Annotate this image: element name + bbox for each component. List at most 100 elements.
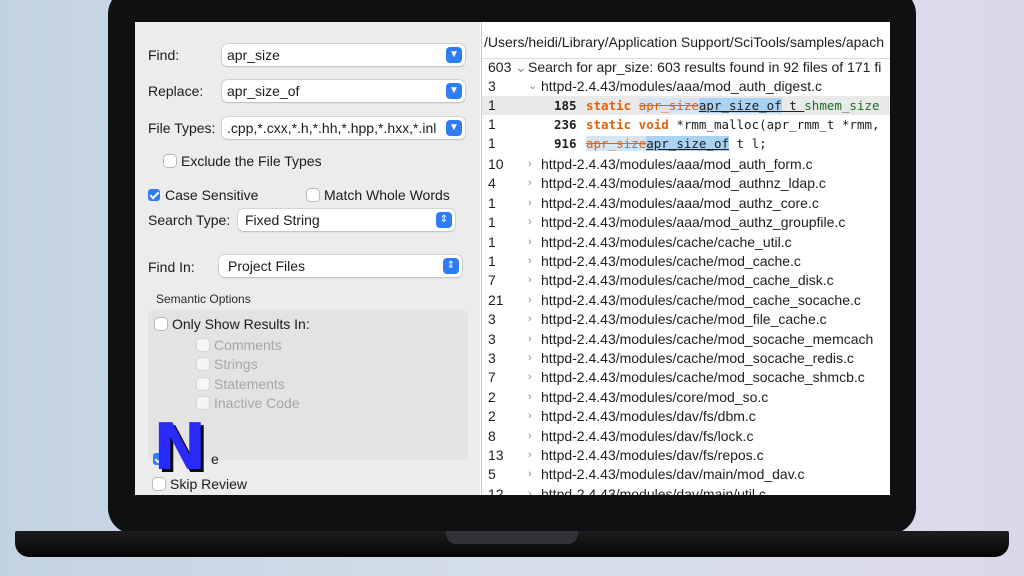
- search-type-select[interactable]: Fixed String ⇕: [238, 209, 455, 231]
- case-sensitive-label: Case Sensitive: [165, 187, 259, 203]
- match-count: 1: [488, 135, 496, 151]
- file-name: httpd-2.4.43/modules/cache/cache_util.c: [541, 233, 792, 250]
- exclude-file-types-checkbox[interactable]: [164, 155, 176, 167]
- chevron-right-icon[interactable]: ›: [528, 194, 532, 213]
- inactive-code-checkbox[interactable]: [197, 397, 209, 409]
- chevron-right-icon[interactable]: ›: [528, 213, 532, 232]
- chevron-right-icon[interactable]: ›: [528, 330, 532, 349]
- match-count: 1: [488, 233, 496, 250]
- summary-count: 603: [488, 59, 512, 75]
- inactive-code-label: Inactive Code: [214, 395, 300, 411]
- results-summary-row[interactable]: 603 ⌄ Search for apr_size: 603 results f…: [482, 58, 890, 77]
- file-name: httpd-2.4.43/modules/cache/mod_file_cach…: [541, 311, 827, 328]
- file-name: httpd-2.4.43/modules/cache/mod_cache_dis…: [541, 272, 834, 289]
- code-line-row[interactable]: 1 185 static apr_sizeapr_size_of t shmem…: [482, 96, 890, 115]
- file-row[interactable]: 5 › httpd-2.4.43/modules/dav/main/mod_dav.…: [482, 465, 890, 484]
- match-whole-words-checkbox[interactable]: [307, 189, 319, 201]
- replace-combo[interactable]: apr_size_of ▼: [222, 80, 465, 102]
- chevron-right-icon[interactable]: ›: [528, 349, 532, 368]
- match-whole-words-label: Match Whole Words: [324, 187, 450, 203]
- match-count: 1: [488, 253, 496, 269]
- results-pane: /Users/heidi/Library/Application Support…: [481, 22, 890, 495]
- file-row[interactable]: 10 › httpd-2.4.43/modules/aaa/mod_auth_for…: [482, 155, 890, 174]
- chevron-right-icon[interactable]: ›: [528, 407, 532, 426]
- match-count: 3: [488, 78, 496, 94]
- line-number: 185: [554, 98, 577, 113]
- file-name: httpd-2.4.43/modules/cache/mod_cache_soc…: [541, 291, 861, 308]
- updown-chevron-icon[interactable]: ⇕: [443, 258, 459, 274]
- file-row[interactable]: 7 › httpd-2.4.43/modules/cache/mod_cache_d…: [482, 271, 890, 290]
- only-show-results-label: Only Show Results In:: [172, 316, 310, 332]
- only-show-results-checkbox[interactable]: [155, 318, 167, 330]
- expanded-arrow-icon[interactable]: ⌄: [528, 77, 537, 96]
- chevron-right-icon[interactable]: ›: [528, 368, 532, 387]
- collapse-arrow-icon[interactable]: ⌄: [515, 58, 527, 77]
- chevron-right-icon[interactable]: ›: [528, 388, 532, 407]
- code-snippet: static void *rmm_malloc(apr_rmm_t *rmm,: [586, 117, 880, 132]
- find-in-value[interactable]: Project Files: [228, 255, 462, 277]
- chevron-right-icon[interactable]: ›: [528, 310, 532, 329]
- chevron-right-icon[interactable]: ›: [528, 485, 532, 495]
- file-types-combo[interactable]: .cpp,*.cxx,*.h,*.hh,*.hpp,*.hxx,*.inl ▼: [222, 117, 465, 139]
- chevron-right-icon[interactable]: ›: [528, 155, 532, 174]
- replace-input[interactable]: apr_size_of: [227, 80, 465, 102]
- file-row[interactable]: 2 › httpd-2.4.43/modules/dav/fs/dbm.c: [482, 407, 890, 426]
- file-name: httpd-2.4.43/modules/dav/main/util.c: [541, 485, 766, 495]
- updown-chevron-icon[interactable]: ⇕: [436, 212, 452, 228]
- chevron-right-icon[interactable]: ›: [528, 465, 532, 484]
- case-sensitive-checkbox[interactable]: [148, 189, 160, 201]
- file-row[interactable]: 7 › httpd-2.4.43/modules/cache/mod_socache…: [482, 368, 890, 387]
- match-count: 8: [488, 427, 496, 444]
- file-row-expanded[interactable]: 3 ⌄ httpd-2.4.43/modules/aaa/mod_auth_di…: [482, 77, 890, 96]
- chevron-right-icon[interactable]: ›: [528, 252, 532, 271]
- chevron-down-icon[interactable]: ▼: [446, 47, 462, 63]
- search-type-value[interactable]: Fixed String: [245, 209, 455, 231]
- chevron-right-icon[interactable]: ›: [528, 446, 532, 465]
- file-row[interactable]: 3 › httpd-2.4.43/modules/cache/mod_socache…: [482, 330, 890, 349]
- comments-checkbox[interactable]: [197, 339, 209, 351]
- file-name: httpd-2.4.43/modules/cache/mod_socache_s…: [541, 369, 865, 386]
- match-count: 3: [488, 311, 496, 328]
- chevron-right-icon[interactable]: ›: [528, 174, 532, 193]
- find-combo[interactable]: apr_size ▼: [222, 44, 465, 66]
- chevron-down-icon[interactable]: ▼: [446, 120, 462, 136]
- file-row[interactable]: 1 › httpd-2.4.43/modules/aaa/mod_authz_cor…: [482, 194, 890, 213]
- file-row[interactable]: 8 › httpd-2.4.43/modules/dav/fs/lock.c: [482, 427, 890, 446]
- find-in-select[interactable]: Project Files ⇕: [219, 255, 462, 277]
- chevron-right-icon[interactable]: ›: [528, 233, 532, 252]
- find-input[interactable]: apr_size: [227, 44, 465, 66]
- code-line-row[interactable]: 1 236 static void *rmm_malloc(apr_rmm_t …: [482, 115, 890, 134]
- code-line-row[interactable]: 1 916 apr_sizeapr_size_of t l;: [482, 134, 890, 153]
- file-name: httpd-2.4.43/modules/dav/fs/lock.c: [541, 427, 754, 444]
- options-pane: Find: apr_size ▼ Replace: apr_size_of ▼ …: [135, 22, 480, 495]
- match-count: 3: [488, 330, 496, 347]
- file-row[interactable]: 3 › httpd-2.4.43/modules/cache/mod_file_ca…: [482, 310, 890, 329]
- statements-checkbox[interactable]: [197, 378, 209, 390]
- match-count: 13: [488, 447, 504, 463]
- match-count: 1: [488, 97, 496, 113]
- chevron-right-icon[interactable]: ›: [528, 271, 532, 290]
- replacement-text: apr_size_of: [698, 98, 782, 113]
- match-count: 10: [488, 156, 504, 172]
- file-row[interactable]: 1 › httpd-2.4.43/modules/cache/cache_util.…: [482, 233, 890, 252]
- file-row[interactable]: 4 › httpd-2.4.43/modules/aaa/mod_authnz_ld…: [482, 174, 890, 193]
- file-row[interactable]: 1 › httpd-2.4.43/modules/aaa/mod_authz_gro…: [482, 213, 890, 232]
- file-types-input[interactable]: .cpp,*.cxx,*.h,*.hh,*.hpp,*.hxx,*.inl: [227, 117, 465, 139]
- match-count: 7: [488, 272, 496, 289]
- file-row[interactable]: 2 › httpd-2.4.43/modules/core/mod_so.c: [482, 388, 890, 407]
- file-row[interactable]: 21 › httpd-2.4.43/modules/cache/mod_cache_…: [482, 291, 890, 310]
- file-row[interactable]: 13 › httpd-2.4.43/modules/dav/fs/repos.c: [482, 446, 890, 465]
- replacement-text: apr_size_of: [646, 136, 730, 151]
- file-row[interactable]: 1 › httpd-2.4.43/modules/cache/mod_cache.c: [482, 252, 890, 271]
- chevron-right-icon[interactable]: ›: [528, 427, 532, 446]
- match-count: 1: [488, 214, 496, 231]
- chevron-down-icon[interactable]: ▼: [446, 83, 462, 99]
- file-name: httpd-2.4.43/modules/aaa/mod_authz_group…: [541, 214, 846, 231]
- match-count: 1: [488, 194, 496, 211]
- file-row[interactable]: 12 › httpd-2.4.43/modules/dav/main/util.c: [482, 485, 890, 495]
- app-window: Find: apr_size ▼ Replace: apr_size_of ▼ …: [135, 22, 890, 495]
- match-count: 5: [488, 466, 496, 483]
- strings-checkbox[interactable]: [197, 358, 209, 370]
- file-row[interactable]: 3 › httpd-2.4.43/modules/cache/mod_socache…: [482, 349, 890, 368]
- chevron-right-icon[interactable]: ›: [528, 291, 532, 310]
